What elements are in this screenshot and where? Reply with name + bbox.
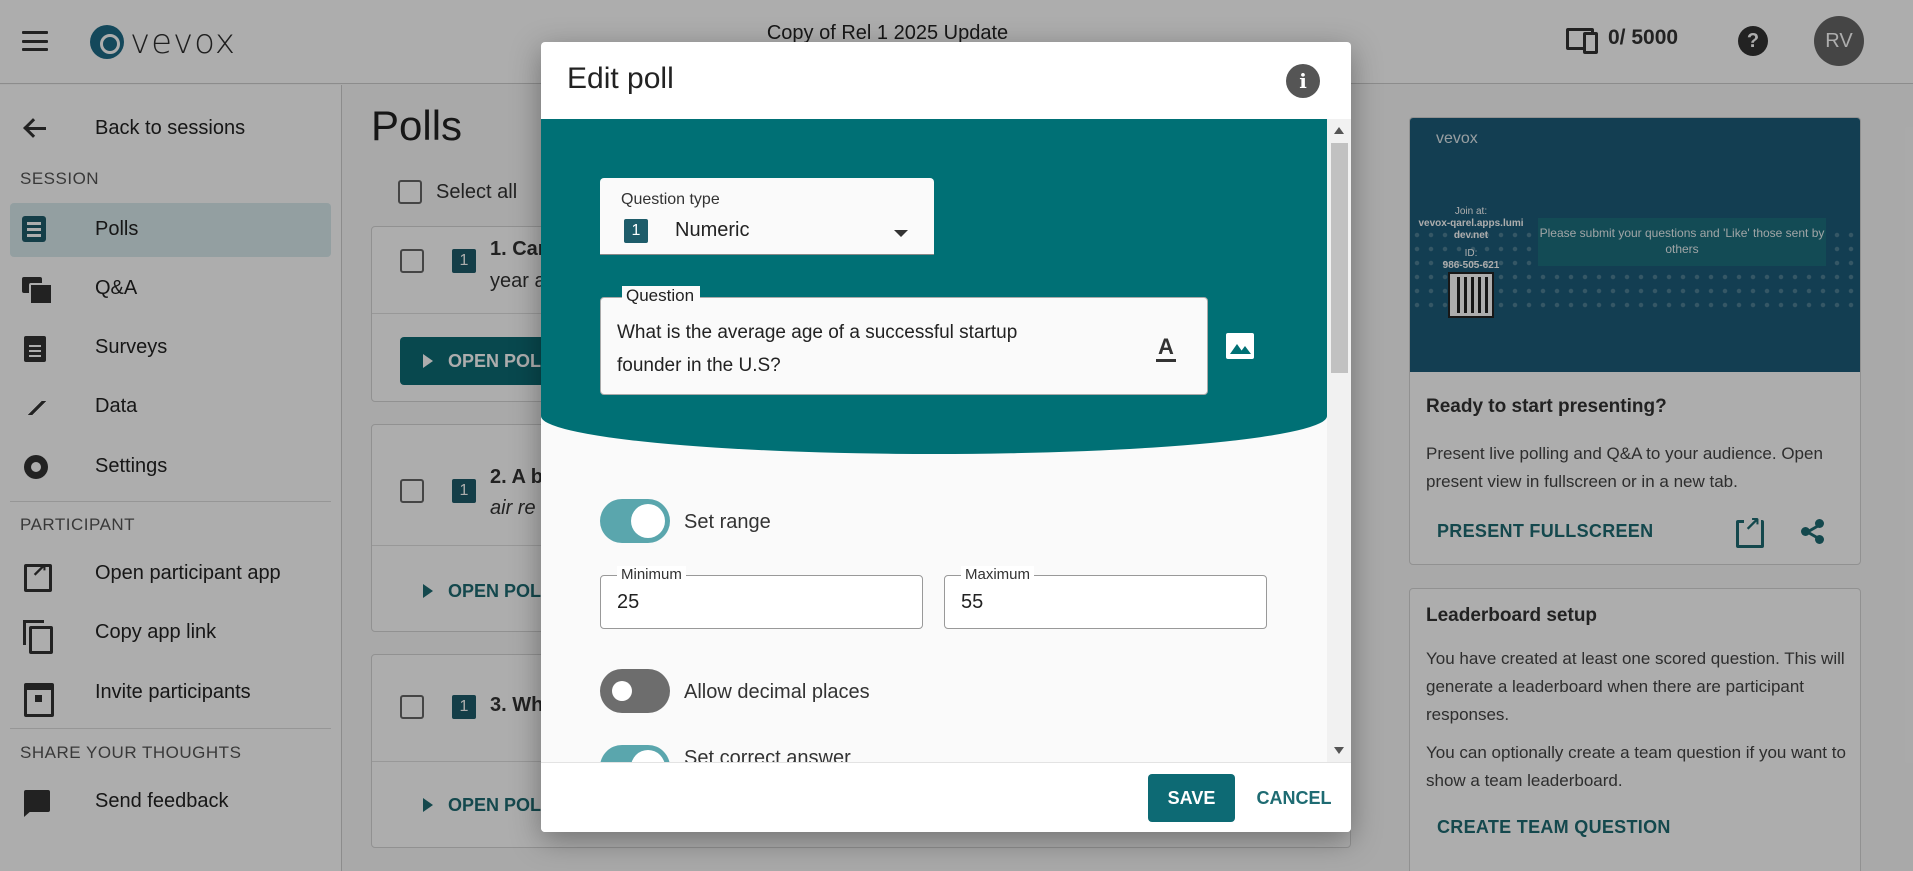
- question-label: Question: [622, 286, 701, 306]
- allow-decimal-toggle[interactable]: [600, 669, 670, 713]
- allow-decimal-label: Allow decimal places: [684, 681, 870, 703]
- scroll-up-icon[interactable]: [1334, 127, 1344, 134]
- edit-poll-dialog: Edit poll i Question type 1 Numeric What…: [541, 42, 1351, 832]
- set-range-toggle[interactable]: [600, 499, 670, 543]
- text-format-icon[interactable]: A: [1155, 334, 1177, 362]
- image-icon[interactable]: [1226, 333, 1254, 359]
- minimum-label: Minimum: [617, 566, 686, 583]
- minimum-field[interactable]: Minimum 25: [600, 566, 923, 629]
- dialog-title: Edit poll: [567, 62, 674, 95]
- save-button[interactable]: SAVE: [1148, 774, 1235, 822]
- info-icon[interactable]: i: [1286, 64, 1320, 98]
- scrollbar-thumb[interactable]: [1331, 143, 1348, 373]
- question-type-select[interactable]: Question type 1 Numeric: [600, 178, 934, 255]
- dialog-footer: SAVE CANCEL: [541, 762, 1351, 832]
- dialog-body: Question type 1 Numeric What is the aver…: [541, 119, 1327, 762]
- dialog-scrollbar[interactable]: [1327, 119, 1351, 762]
- toggle-knob: [631, 504, 665, 538]
- minimum-value[interactable]: 25: [617, 591, 639, 614]
- question-text[interactable]: What is the average age of a successful …: [617, 316, 1077, 382]
- scroll-down-icon[interactable]: [1334, 747, 1344, 754]
- maximum-field[interactable]: Maximum 55: [944, 566, 1267, 629]
- set-range-label: Set range: [684, 511, 771, 533]
- cancel-button[interactable]: CANCEL: [1249, 774, 1339, 822]
- set-correct-answer-toggle[interactable]: [600, 745, 670, 762]
- toggle-knob: [631, 750, 665, 762]
- question-type-value: Numeric: [675, 219, 750, 241]
- chevron-down-icon: [894, 230, 908, 237]
- question-type-label: Question type: [621, 191, 720, 208]
- toggle-knob: [612, 681, 632, 701]
- set-correct-answer-label: Set correct answer: [684, 747, 851, 762]
- maximum-label: Maximum: [961, 566, 1035, 583]
- question-input[interactable]: What is the average age of a successful …: [600, 297, 1208, 395]
- maximum-value[interactable]: 55: [961, 591, 983, 614]
- numeric-type-badge: 1: [624, 219, 648, 243]
